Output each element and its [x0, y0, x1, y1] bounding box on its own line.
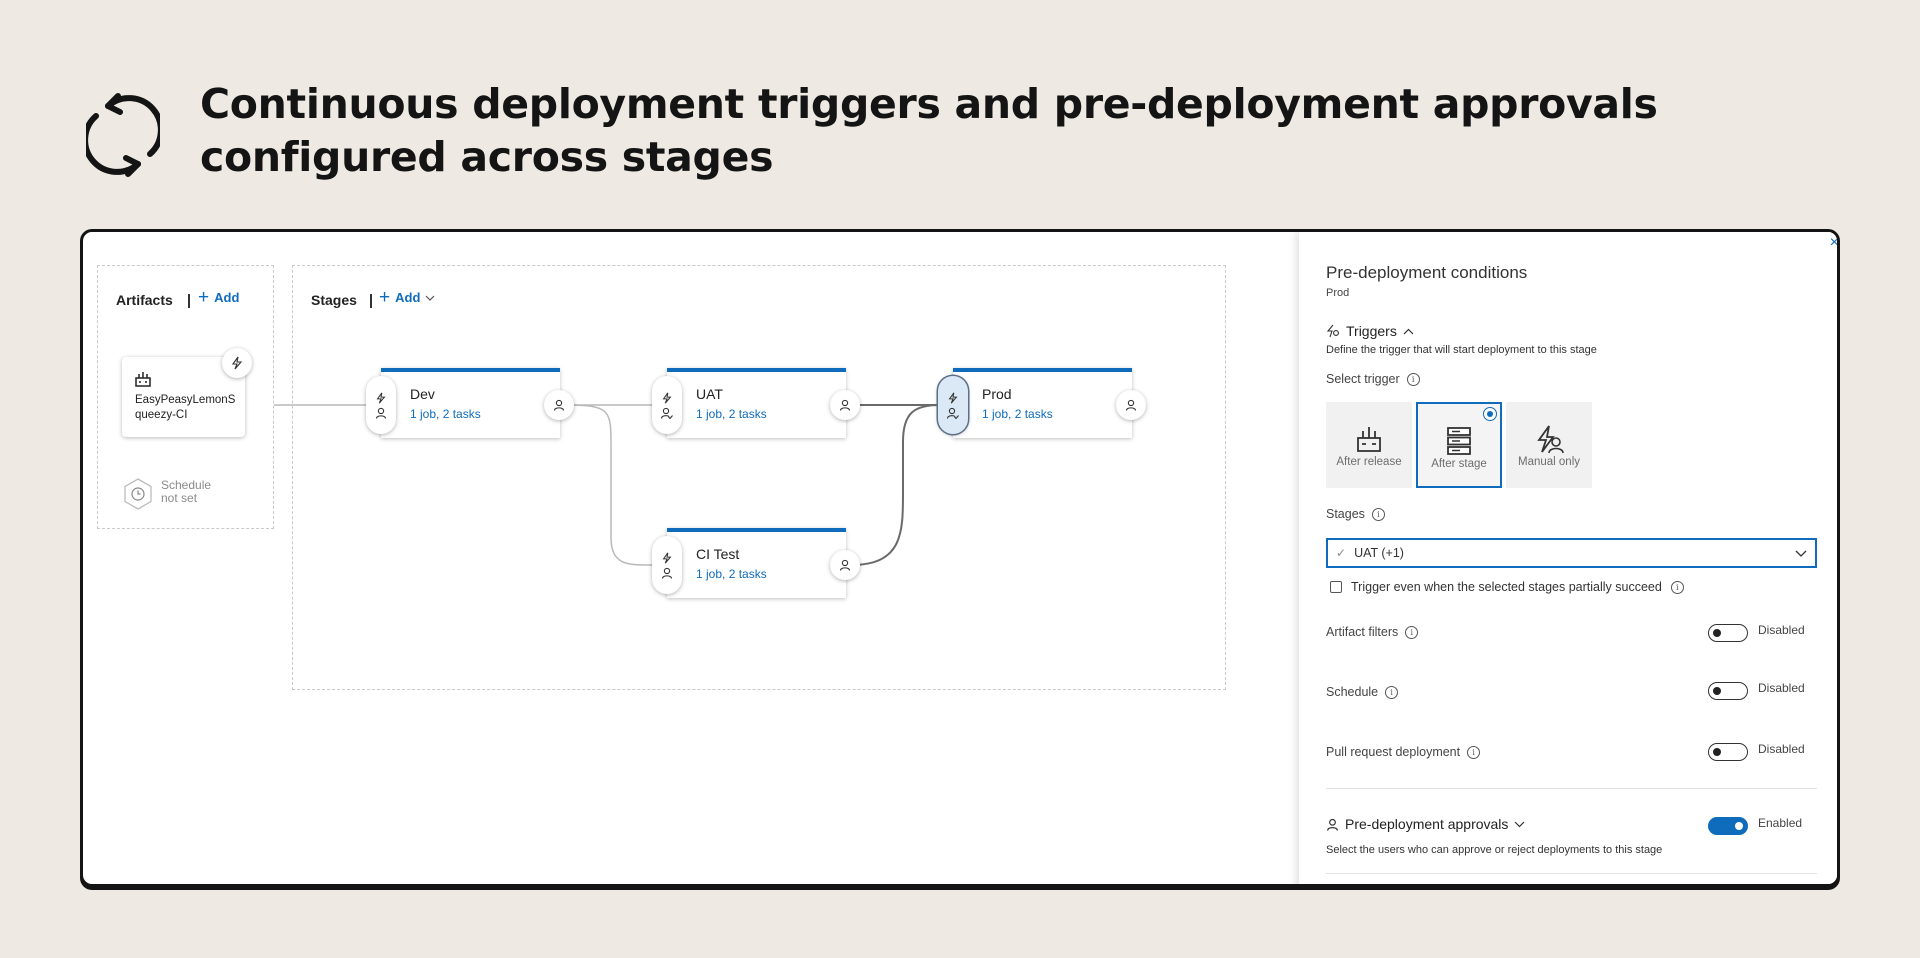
- stages-dropdown-value: UAT (+1): [1354, 546, 1404, 560]
- pre-deployment-conditions-panel: × Pre-deployment conditions Prod Trigger…: [1299, 232, 1837, 884]
- pull-request-deployment-toggle[interactable]: [1708, 743, 1748, 761]
- stages-label-text: Stages: [1326, 507, 1365, 521]
- trigger-option-manual-only[interactable]: Manual only: [1506, 402, 1592, 488]
- trigger-option-label: After stage: [1431, 458, 1487, 470]
- panel-title: Pre-deployment conditions: [1326, 263, 1528, 282]
- lightning-icon: [662, 552, 672, 563]
- person-icon: [553, 399, 565, 411]
- artifact-filters-text: Artifact filters: [1326, 625, 1399, 639]
- person-check-icon: [661, 407, 673, 419]
- person-icon: [661, 567, 673, 579]
- post-deployment-conditions-prod[interactable]: [1116, 390, 1146, 420]
- person-icon: [839, 559, 851, 571]
- schedule-toggle[interactable]: [1708, 682, 1748, 700]
- trigger-icon: [1326, 324, 1339, 338]
- info-icon[interactable]: i: [1467, 745, 1481, 759]
- lightning-icon: [376, 392, 386, 403]
- chevron-up-icon: [1403, 328, 1414, 334]
- stage-card-ci-test[interactable]: CI Test 1 job, 2 tasks: [667, 528, 846, 598]
- stage-jobs-link[interactable]: 1 job, 2 tasks: [410, 407, 481, 421]
- trigger-option-label: Manual only: [1517, 456, 1580, 468]
- partial-success-checkbox-row[interactable]: Trigger even when the selected stages pa…: [1330, 580, 1684, 594]
- approvals-section-header[interactable]: Pre-deployment approvals: [1326, 816, 1525, 832]
- trigger-option-after-stage[interactable]: After stage: [1416, 402, 1502, 488]
- stage-name: Dev: [410, 386, 435, 402]
- info-icon[interactable]: i: [1670, 580, 1684, 594]
- release-pipeline-window: Artifacts + Add EasyPeasyLemonSqueezy-CI: [80, 229, 1840, 887]
- info-icon[interactable]: i: [1406, 372, 1420, 386]
- stages-label: Stages i: [1326, 507, 1385, 521]
- build-artifact-icon: [1357, 427, 1381, 452]
- artifact-filters-toggle[interactable]: [1708, 624, 1748, 642]
- panel-stage-name: Prod: [1326, 287, 1350, 299]
- approvals-description: Select the users who can approve or reje…: [1326, 844, 1663, 856]
- stage-name: UAT: [696, 386, 723, 402]
- person-icon: [1327, 818, 1338, 831]
- divider: [1326, 788, 1817, 789]
- schedule-label: Schedule i: [1326, 685, 1399, 699]
- post-deployment-conditions-uat[interactable]: [830, 390, 860, 420]
- selected-radio-icon: [1483, 407, 1497, 421]
- stage-jobs-link[interactable]: 1 job, 2 tasks: [982, 407, 1053, 421]
- person-icon: [375, 407, 387, 419]
- stage-card-prod[interactable]: Prod 1 job, 2 tasks: [953, 368, 1132, 438]
- trigger-option-after-release[interactable]: After release: [1326, 402, 1412, 488]
- pre-deployment-conditions-prod[interactable]: [938, 376, 968, 434]
- approvals-heading: Pre-deployment approvals: [1345, 816, 1509, 832]
- lightning-icon: [948, 392, 958, 403]
- schedule-state: Disabled: [1758, 681, 1805, 695]
- pull-request-deployment-text: Pull request deployment: [1326, 745, 1461, 759]
- pull-request-deployment-state: Disabled: [1758, 742, 1805, 756]
- partial-success-label: Trigger even when the selected stages pa…: [1351, 580, 1662, 594]
- chevron-down-icon: [1795, 550, 1807, 557]
- pre-deployment-conditions-uat[interactable]: [652, 376, 682, 434]
- approvals-toggle[interactable]: [1708, 817, 1748, 835]
- server-stack-icon: [1447, 427, 1471, 455]
- post-deployment-conditions-ci-test[interactable]: [830, 550, 860, 580]
- schedule-text: Schedule: [1326, 685, 1379, 699]
- divider: [1326, 873, 1817, 874]
- trigger-option-label: After release: [1336, 456, 1402, 468]
- chevron-down-icon: [1514, 821, 1525, 827]
- close-icon[interactable]: ×: [1830, 234, 1837, 252]
- person-icon: [839, 399, 851, 411]
- person-check-icon: [947, 407, 959, 419]
- stage-name: CI Test: [696, 546, 740, 562]
- info-icon[interactable]: i: [1405, 625, 1419, 639]
- pre-deployment-conditions-ci-test[interactable]: [652, 536, 682, 594]
- pre-deployment-conditions-dev[interactable]: [366, 376, 396, 434]
- post-deployment-conditions-dev[interactable]: [544, 390, 574, 420]
- select-trigger-text: Select trigger: [1326, 372, 1400, 386]
- check-icon: ✓: [1336, 546, 1347, 560]
- stage-jobs-link[interactable]: 1 job, 2 tasks: [696, 567, 767, 581]
- artifact-filters-state: Disabled: [1758, 623, 1805, 637]
- approvals-state: Enabled: [1758, 816, 1803, 830]
- partial-success-checkbox[interactable]: [1330, 581, 1342, 593]
- stage-card-dev[interactable]: Dev 1 job, 2 tasks: [381, 368, 560, 438]
- triggers-description: Define the trigger that will start deplo…: [1326, 344, 1597, 356]
- refresh-icon: [86, 93, 160, 177]
- stage-jobs-link[interactable]: 1 job, 2 tasks: [696, 407, 767, 421]
- info-icon[interactable]: i: [1371, 507, 1385, 521]
- info-icon[interactable]: i: [1385, 685, 1399, 699]
- stage-card-uat[interactable]: UAT 1 job, 2 tasks: [667, 368, 846, 438]
- select-trigger-label: Select trigger i: [1326, 372, 1420, 386]
- pull-request-deployment-label: Pull request deployment i: [1326, 745, 1481, 759]
- triggers-heading: Triggers: [1346, 323, 1397, 339]
- page-title: Continuous deployment triggers and pre-d…: [200, 80, 1658, 181]
- triggers-section-header[interactable]: Triggers: [1326, 323, 1414, 339]
- person-icon: [1125, 399, 1137, 411]
- stage-name: Prod: [982, 386, 1012, 402]
- stages-dropdown[interactable]: ✓ UAT (+1): [1326, 538, 1817, 568]
- manual-trigger-icon: [1537, 425, 1564, 454]
- artifact-filters-label: Artifact filters i: [1326, 625, 1419, 639]
- lightning-icon: [662, 392, 672, 403]
